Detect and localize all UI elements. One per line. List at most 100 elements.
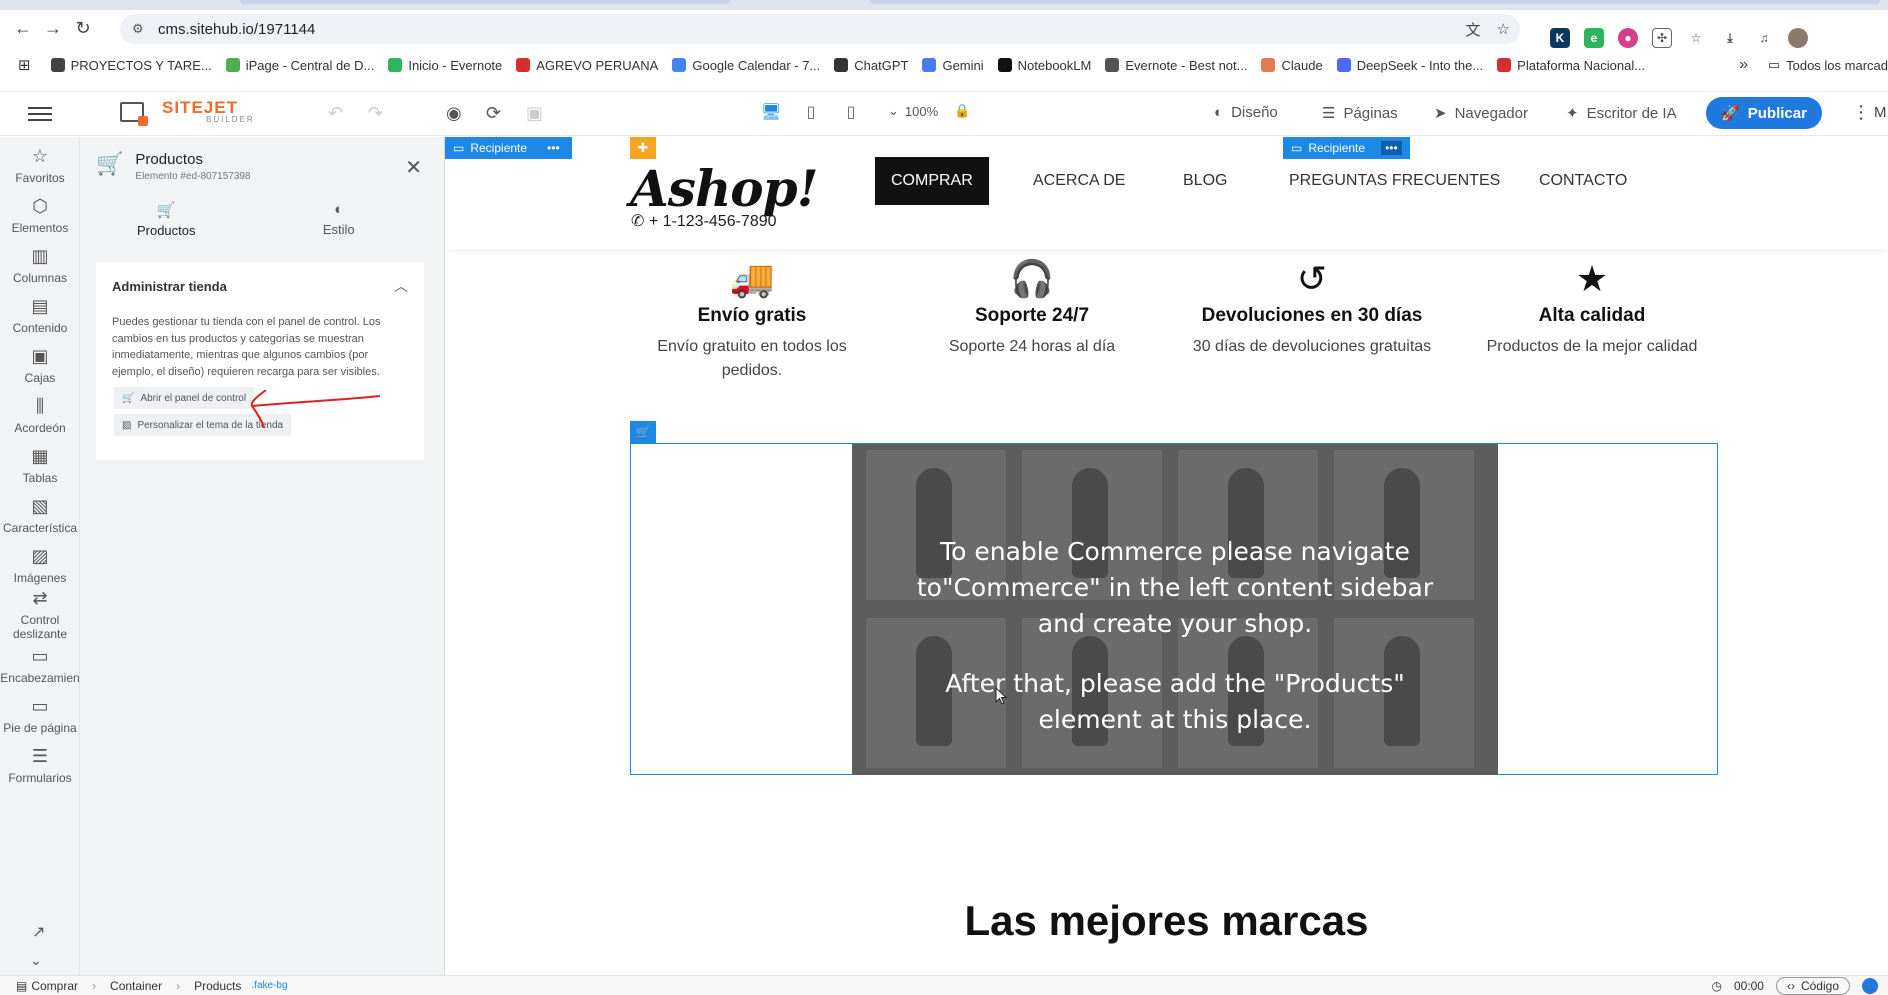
publish-button[interactable]: 🚀 Publicar: [1706, 97, 1822, 129]
bookmarks-overflow-icon[interactable]: »: [1739, 56, 1748, 74]
more-dots-icon[interactable]: •••: [1381, 141, 1402, 155]
bookmark-item[interactable]: iPage - Central de D...: [225, 58, 374, 73]
breadcrumb-class: .fake-bg: [251, 980, 288, 991]
menu-icon[interactable]: [28, 102, 52, 126]
bookmark-star-icon[interactable]: ☆: [1497, 20, 1510, 38]
rail-item[interactable]: ▦ Tablas: [0, 445, 80, 485]
navigator-menu[interactable]: ➤ Navegador: [1434, 104, 1528, 123]
all-bookmarks-folder[interactable]: ▭ Todos los marcad: [1768, 57, 1888, 73]
undo-icon[interactable]: ↶: [328, 103, 343, 124]
mobile-icon[interactable]: ▯: [840, 101, 862, 123]
address-bar[interactable]: ⚙ cms.sitehub.io/1971144 文 ☆: [120, 14, 1520, 44]
trend-icon[interactable]: ↗: [32, 922, 45, 942]
bookmark-item[interactable]: AGREVO PERUANA: [516, 58, 658, 73]
back-icon[interactable]: ←: [8, 13, 38, 43]
forward-icon[interactable]: →: [38, 13, 68, 43]
cart-icon[interactable]: 🛒: [630, 421, 656, 443]
save-icon[interactable]: ▣: [526, 103, 543, 124]
site-info-icon[interactable]: ⚙: [132, 21, 148, 37]
nav-comprar[interactable]: COMPRAR: [875, 157, 989, 205]
rocket-icon: 🚀: [1721, 105, 1740, 122]
more-options-icon[interactable]: ⋮: [1852, 102, 1870, 123]
lock-icon[interactable]: 🔒: [954, 103, 970, 119]
bookmark-item[interactable]: NotebookLM: [997, 58, 1091, 73]
bookmark-item[interactable]: PROYECTOS Y TARE...: [50, 58, 212, 73]
panel-subtitle: Elemento #ed-807157398: [135, 171, 251, 182]
preview-eye-icon[interactable]: ◉: [446, 103, 462, 124]
chevron-up-icon[interactable]: ︿: [394, 276, 408, 296]
ai-writer-menu[interactable]: ✦ Escritor de IA: [1566, 104, 1677, 123]
redo-icon[interactable]: ↷: [368, 103, 383, 124]
bookmark-favicon-icon: [834, 58, 849, 72]
breadcrumb-item[interactable]: Comprar: [31, 979, 78, 993]
apps-grid-icon[interactable]: ⊞: [18, 56, 31, 74]
rail-scroll-down-icon[interactable]: ⌄: [30, 952, 42, 969]
more-label[interactable]: M: [1874, 104, 1887, 121]
rail-item[interactable]: ☆ Favoritos: [0, 145, 80, 185]
close-icon[interactable]: ✕: [405, 155, 422, 180]
bookmark-item[interactable]: Gemini: [922, 58, 984, 73]
more-dots-icon[interactable]: •••: [543, 141, 564, 155]
nav-acerca-de[interactable]: ACERCA DE: [1033, 157, 1125, 205]
reading-list-icon[interactable]: ☆: [1686, 28, 1706, 48]
rail-item[interactable]: ▭ Encabezamien: [0, 645, 80, 685]
bookmark-item[interactable]: Evernote - Best not...: [1105, 58, 1247, 73]
element-tag-icon[interactable]: ✚: [630, 137, 656, 159]
open-dashboard-button[interactable]: 🛒 Abrir el panel de control: [114, 387, 255, 409]
tab-estilo[interactable]: ◐ Estilo: [253, 201, 426, 249]
all-bookmarks-label: Todos los marcad: [1786, 57, 1888, 73]
bookmark-item[interactable]: DeepSeek - Into the...: [1336, 58, 1483, 73]
bookmark-label: Google Calendar - 7...: [692, 57, 821, 73]
rail-item-label: Columnas: [12, 271, 68, 285]
recipient-tag[interactable]: ▭ Recipiente •••: [1283, 137, 1410, 159]
breadcrumb-item[interactable]: Container: [110, 979, 162, 993]
rail-item[interactable]: ⫼ Acordeón: [0, 395, 80, 435]
bookmark-item[interactable]: Plataforma Nacional...: [1497, 58, 1645, 73]
bookmark-favicon-icon: [225, 58, 240, 72]
bookmark-item[interactable]: Google Calendar - 7...: [672, 58, 820, 73]
profile-avatar[interactable]: [1788, 28, 1808, 48]
tablet-icon[interactable]: ▯: [800, 101, 822, 123]
bookmark-item[interactable]: ChatGPT: [834, 58, 908, 73]
nav-contacto[interactable]: CONTACTO: [1539, 157, 1627, 205]
reload-icon[interactable]: ↻: [68, 13, 98, 43]
browser-toolbar: ← → ↻ ⚙ cms.sitehub.io/1971144 文 ☆ K e ●…: [0, 10, 1888, 48]
rail-item-label: Característica: [2, 521, 78, 535]
nav-blog[interactable]: BLOG: [1183, 157, 1227, 205]
recipient-tag[interactable]: ▭ Recipiente •••: [445, 137, 572, 159]
code-button[interactable]: ‹› Código: [1775, 977, 1850, 995]
zoom-control[interactable]: ⌄ 100% 🔒: [888, 103, 970, 119]
media-control-icon[interactable]: ♫: [1754, 28, 1774, 48]
extension-k-icon[interactable]: K: [1550, 28, 1570, 48]
translate-icon[interactable]: 文: [1466, 19, 1481, 40]
color-extension-icon[interactable]: ●: [1618, 28, 1638, 48]
evernote-extension-icon[interactable]: e: [1584, 28, 1604, 48]
rail-item[interactable]: ▨ Imágenes: [0, 545, 80, 585]
tab-hint[interactable]: [870, 0, 1880, 4]
rail-item[interactable]: ⇄ Control deslizante: [0, 587, 80, 641]
help-icon[interactable]: [1862, 978, 1878, 994]
rail-item[interactable]: ▤ Contenido: [0, 295, 80, 335]
refresh-icon[interactable]: ⟳: [486, 103, 501, 124]
rail-item-icon: ⇄: [32, 588, 48, 608]
page-icon: ▤: [16, 978, 28, 993]
site-logo[interactable]: Ashop!: [630, 159, 819, 218]
design-menu[interactable]: ◐ Diseño: [1214, 104, 1278, 121]
nav-preguntas-frecuentes[interactable]: PREGUNTAS FRECUENTES: [1289, 157, 1500, 205]
rail-item[interactable]: ▭ Pie de página: [0, 695, 80, 735]
tab-hint[interactable]: [240, 0, 730, 4]
bookmark-item[interactable]: Claude: [1261, 58, 1323, 73]
pages-menu[interactable]: ☰ Páginas: [1322, 104, 1398, 123]
tab-productos[interactable]: 🛒 Productos: [80, 201, 253, 249]
rail-item[interactable]: ⬡ Elementos: [0, 195, 80, 235]
rail-item[interactable]: ▥ Columnas: [0, 245, 80, 285]
products-element[interactable]: To enable Commerce please navigate to"Co…: [630, 443, 1718, 775]
rail-item[interactable]: ▣ Cajas: [0, 345, 80, 385]
download-icon[interactable]: ⤓: [1720, 28, 1740, 48]
breadcrumb-item[interactable]: Products: [194, 979, 241, 993]
desktop-icon[interactable]: 🖥: [760, 101, 782, 123]
bookmark-item[interactable]: Inicio - Evernote: [388, 58, 502, 73]
rail-item[interactable]: ☰ Formularios: [0, 745, 80, 785]
rail-item[interactable]: ▧ Característica: [0, 495, 80, 535]
puzzle-icon[interactable]: ✣: [1652, 28, 1672, 48]
